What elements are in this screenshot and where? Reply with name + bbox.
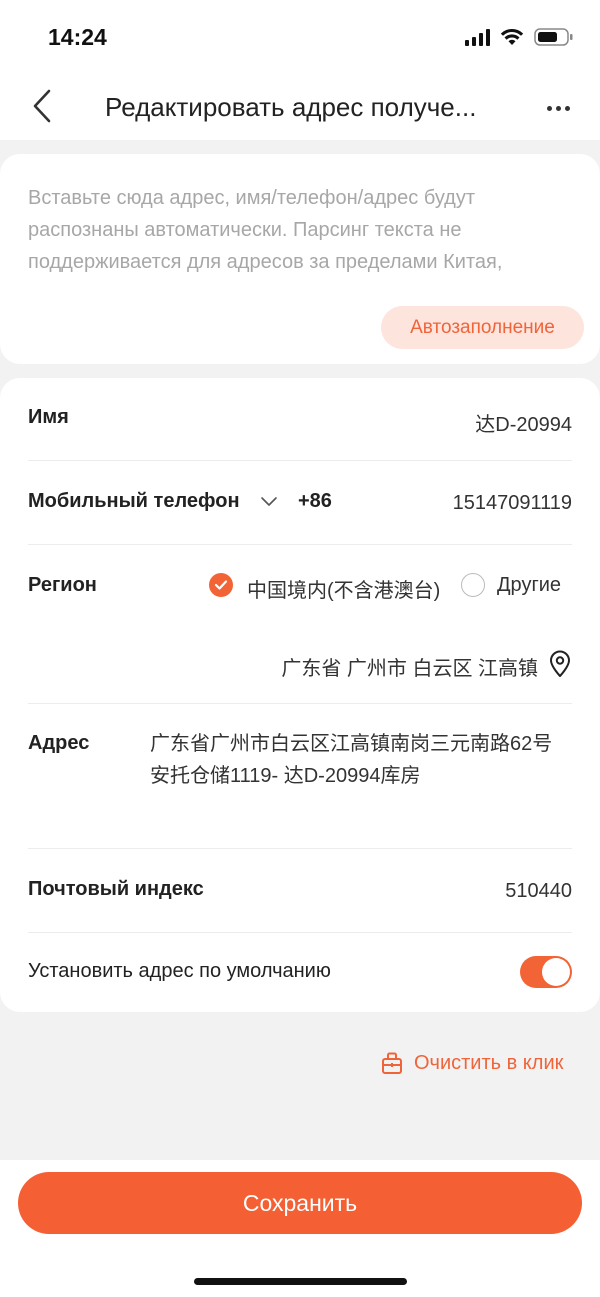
bottom-bar: Сохранить — [0, 1160, 600, 1297]
name-row[interactable]: Имя 达D-20994 — [28, 402, 572, 442]
postal-label: Почтовый индекс — [28, 878, 204, 900]
region-label: Регион — [28, 574, 97, 596]
region-row: Регион 中国境内(不含港澳台) Другие 广东省 广州市 白云区 江高… — [28, 570, 572, 680]
more-button[interactable] — [538, 88, 578, 128]
name-label: Имя — [28, 406, 69, 428]
home-indicator — [194, 1278, 407, 1285]
divider — [28, 848, 572, 849]
toggle-knob — [542, 958, 570, 986]
postal-row: Почтовый индекс 510440 — [28, 874, 572, 914]
region-china-radio[interactable] — [209, 573, 233, 597]
region-location-value[interactable]: 广东省 广州市 白云区 江高镇 — [281, 652, 538, 681]
nav-bar: Редактировать адрес получе... — [0, 78, 600, 140]
back-button[interactable] — [22, 86, 62, 126]
address-label: Адрес — [28, 732, 90, 754]
default-address-row: Установить адрес по умолчанию — [28, 956, 572, 996]
default-address-label: Установить адрес по умолчанию — [28, 960, 331, 982]
region-other-label[interactable]: Другие — [497, 574, 561, 597]
wifi-icon — [500, 28, 524, 45]
divider — [28, 703, 572, 704]
page-title: Редактировать адрес получе... — [105, 92, 477, 122]
divider — [28, 460, 572, 461]
checkmark-icon — [214, 580, 228, 590]
phone-field[interactable]: 15147091119 — [453, 492, 572, 515]
address-row: Адрес 广东省广州市白云区江高镇南岗三元南路62号安托仓储1119- 达D-… — [28, 728, 572, 828]
address-form: Имя 达D-20994 Мобильный телефон +86 15147… — [0, 378, 600, 1012]
status-bar: 14:24 — [0, 0, 600, 78]
paste-address-input[interactable]: Вставьте сюда адрес, имя/телефон/адрес б… — [28, 182, 573, 278]
region-other-radio[interactable] — [461, 573, 485, 597]
default-address-toggle[interactable] — [520, 956, 572, 988]
autofill-button[interactable]: Автозаполнение — [381, 306, 584, 349]
country-code-selector[interactable]: +86 — [298, 490, 332, 513]
battery-icon — [534, 28, 573, 46]
clear-all-button[interactable]: Очистить в клик — [380, 1048, 563, 1078]
divider — [28, 932, 572, 933]
location-pin-icon[interactable] — [548, 650, 572, 678]
more-dots-icon — [546, 105, 552, 111]
address-field[interactable]: 广东省广州市白云区江高镇南岗三元南路62号安托仓储1119- 达D-20994库… — [150, 728, 572, 792]
phone-row: Мобильный телефон +86 15147091119 — [28, 486, 572, 526]
name-field[interactable]: 达D-20994 — [475, 408, 572, 437]
divider — [28, 544, 572, 545]
chevron-down-icon[interactable] — [260, 494, 278, 508]
status-time: 14:24 — [48, 24, 107, 50]
save-button[interactable]: Сохранить — [18, 1172, 582, 1234]
status-icons — [465, 27, 574, 47]
clear-all-label: Очистить в клик — [414, 1051, 564, 1074]
eraser-icon — [382, 1052, 402, 1074]
region-china-label[interactable]: 中国境内(不含港澳台) — [247, 574, 440, 603]
cellular-signal-icon — [465, 28, 490, 46]
postal-field[interactable]: 510440 — [505, 880, 572, 903]
phone-label: Мобильный телефон — [28, 490, 240, 512]
chevron-left-icon — [33, 89, 51, 123]
